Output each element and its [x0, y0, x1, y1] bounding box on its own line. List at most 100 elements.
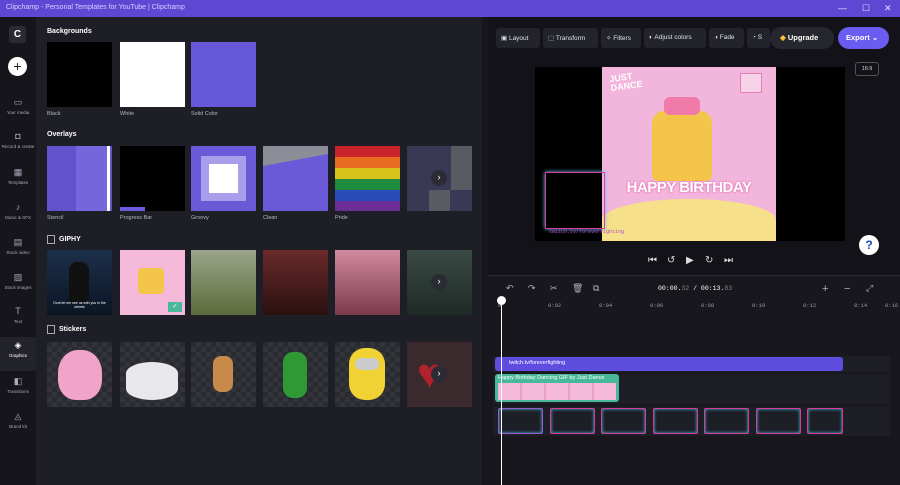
pink-character [58, 350, 102, 400]
cake-figure [138, 268, 164, 294]
zoom-out-icon[interactable]: − [844, 283, 850, 295]
nav-label: Brand kit [9, 424, 27, 429]
rewind-5-icon[interactable]: ↺ [667, 255, 675, 266]
nav-item-graphics[interactable]: ◈ Graphics [0, 337, 36, 371]
stickers-next-button[interactable]: › [431, 366, 447, 382]
headline: HAPPY BIRTHDAY [626, 179, 752, 196]
time-tick: 0:12 [803, 302, 817, 309]
redo-icon[interactable]: ↷ [528, 283, 536, 294]
undo-icon[interactable]: ↶ [506, 283, 514, 294]
playhead-line[interactable] [501, 297, 502, 485]
transform-icon: ⬚ [548, 35, 556, 42]
tile-label: Black [47, 111, 61, 117]
giphy-tile-4[interactable] [263, 250, 328, 315]
diamond-icon: ◆ [780, 33, 788, 42]
transform-button[interactable]: ⬚ Transform [543, 28, 598, 48]
overlay-tile-pride[interactable] [335, 146, 400, 211]
button-label: Upgrade [787, 33, 819, 42]
overlays-next-button[interactable]: › [431, 170, 447, 186]
nav-item-music-sfx[interactable]: ♪ Music & SFX [0, 199, 36, 233]
export-button[interactable]: Export ⌄ [838, 27, 889, 49]
background-tile-white[interactable] [120, 42, 185, 107]
speed-button[interactable]: ◔ S [747, 28, 770, 48]
giphy-next-button[interactable]: › [431, 274, 447, 290]
overlay-clip[interactable] [653, 408, 698, 434]
webcam-frame[interactable] [545, 172, 605, 229]
clipchamp-logo[interactable]: C [9, 26, 26, 43]
overlay-clip[interactable] [601, 408, 646, 434]
overlay-clip[interactable] [704, 408, 749, 434]
overlay-tile-stencil[interactable] [47, 146, 112, 211]
aspect-ratio-button[interactable]: 16:9 [855, 62, 879, 76]
nav-item-brand-kit[interactable]: ◬ Brand kit [0, 408, 36, 442]
image-icon: ▨ [13, 272, 23, 282]
sticker-tile-cake[interactable] [120, 342, 185, 407]
templates-icon: ▦ [13, 167, 23, 177]
time-tick: 0:04 [599, 302, 613, 309]
video-preview[interactable]: JUST DANCE HAPPY BIRTHDAY twitch.tv/fore… [535, 67, 845, 241]
sticker-tile-frog[interactable] [263, 342, 328, 407]
sticker-tile-3[interactable] [191, 342, 256, 407]
background-tile-solid-color[interactable] [191, 42, 256, 107]
nav-label: Music & SFX [4, 215, 31, 220]
nav-item-transitions[interactable]: ◧ Transitions [0, 373, 36, 407]
play-icon[interactable]: ▶ [686, 255, 694, 266]
fit-timeline-icon[interactable]: ⤢ [866, 283, 873, 294]
nav-label: Templates [7, 180, 29, 185]
help-button[interactable]: ? [859, 235, 879, 255]
sticker-tile-minion[interactable] [335, 342, 400, 407]
delete-icon[interactable]: 🗑 [572, 283, 583, 294]
character-figure [213, 356, 233, 392]
minimize-icon[interactable]: — [838, 3, 847, 13]
skip-back-icon[interactable]: ⏮ [648, 255, 657, 266]
giphy-tile-3[interactable] [191, 250, 256, 315]
tile-label: Stencil [47, 215, 64, 221]
overlay-clip[interactable] [550, 408, 595, 434]
close-icon[interactable]: ✕ [884, 3, 892, 14]
overlay-clip[interactable] [756, 408, 801, 434]
adjust-colors-button[interactable]: ◐ Adjust colors [644, 28, 706, 48]
gif-preview-layer[interactable]: JUST DANCE HAPPY BIRTHDAY [602, 67, 776, 241]
giphy-tile-1[interactable]: Dont let me see us with you in the stree… [47, 250, 112, 315]
frog-figure [283, 352, 307, 398]
fade-button[interactable]: ◑ Fade [709, 28, 744, 48]
maximize-icon[interactable]: ☐ [862, 3, 870, 14]
add-media-button[interactable]: + [8, 57, 27, 76]
tile-label: Solid Color [191, 111, 218, 117]
url-caption: twitch.tv/foreverfighting [549, 229, 625, 235]
text-clip[interactable]: twitch.tv/foreverfighting [495, 357, 843, 371]
layout-button[interactable]: ▣ Layout [496, 28, 540, 48]
nav-item-your-media[interactable]: ▭ Your media [0, 94, 36, 128]
nav-item-text[interactable]: T Text [0, 303, 36, 337]
overlay-clip[interactable] [807, 408, 843, 434]
split-icon[interactable]: ✂ [550, 283, 558, 294]
minion-figure [349, 348, 385, 400]
nav-label: Stock video [6, 250, 30, 255]
section-title-backgrounds: Backgrounds [47, 28, 92, 35]
overlay-clip[interactable] [498, 408, 543, 434]
duplicate-icon[interactable]: ⧉ [593, 283, 599, 294]
background-tile-black[interactable] [47, 42, 112, 107]
giphy-tile-5[interactable] [335, 250, 400, 315]
logo-line: DANCE [610, 78, 644, 94]
section-title-overlays: Overlays [47, 131, 77, 138]
filters-button[interactable]: ✧ Filters [601, 28, 641, 48]
nav-item-record-create[interactable]: ◘ Record & create [0, 128, 36, 162]
forward-5-icon[interactable]: ↻ [705, 255, 713, 266]
nav-label: Record & create [1, 144, 35, 149]
overlay-tile-clean[interactable] [263, 146, 328, 211]
upgrade-button[interactable]: ◆ Upgrade [770, 27, 834, 49]
zoom-in-icon[interactable]: + [822, 283, 828, 295]
groovy-inner [209, 164, 238, 193]
skip-forward-icon[interactable]: ⏭ [724, 255, 733, 266]
giphy-tile-birthday[interactable]: ✓ [120, 250, 185, 315]
overlay-tile-progress-bar[interactable] [120, 146, 185, 211]
nav-item-templates[interactable]: ▦ Templates [0, 164, 36, 198]
nav-item-stock-video[interactable]: ▤ Stock video [0, 234, 36, 268]
overlay-tile-groovy[interactable] [191, 146, 256, 211]
playhead-handle[interactable] [497, 296, 506, 305]
transitions-icon: ◧ [13, 376, 23, 386]
sticker-tile-1[interactable] [47, 342, 112, 407]
gif-clip[interactable]: Happy Birthday Dancing GIF by Just Dance [495, 374, 619, 402]
nav-item-stock-images[interactable]: ▨ Stock images [0, 269, 36, 303]
